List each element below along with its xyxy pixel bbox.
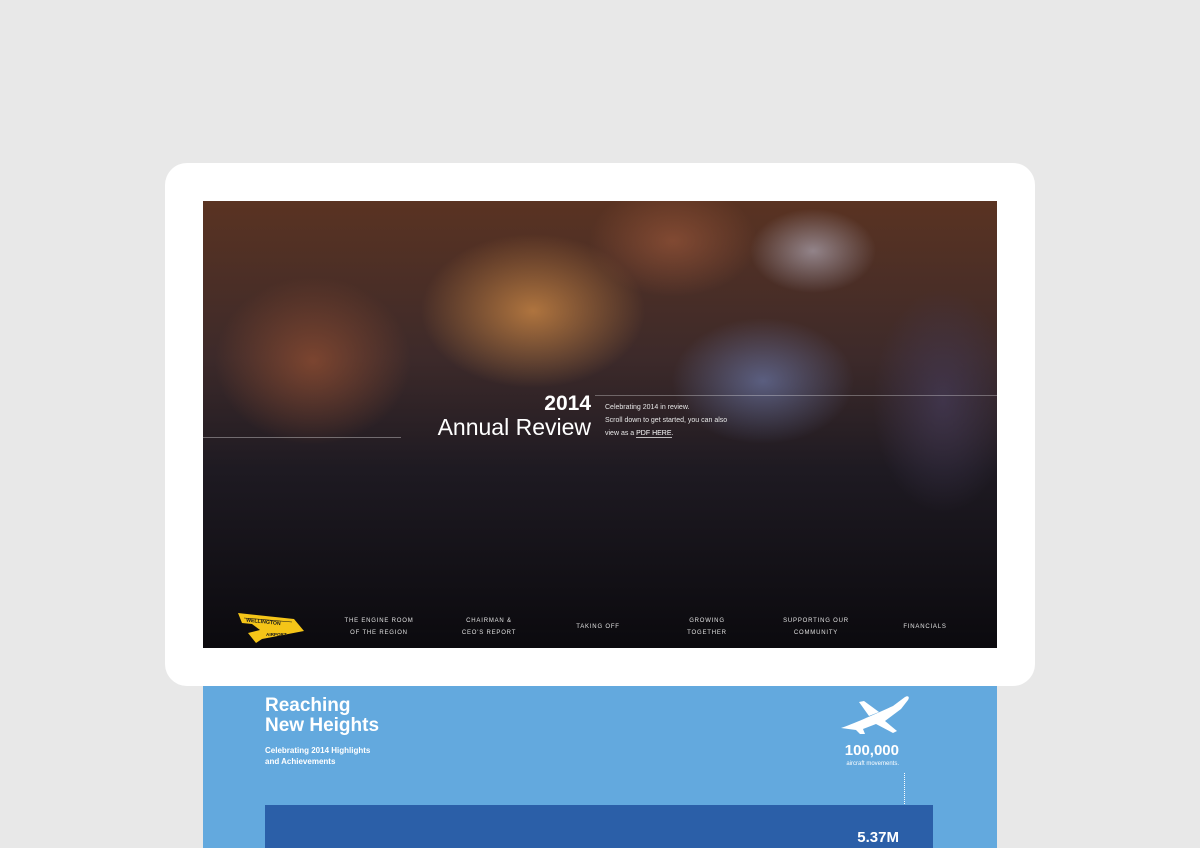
- nav-financials[interactable]: FINANCIALS: [875, 621, 975, 633]
- highlights-title: Reaching New Heights: [265, 696, 465, 736]
- nav-chairman-line2: CEO'S REPORT: [461, 630, 517, 636]
- logo-subtext: AIRPORT: [266, 632, 287, 637]
- hero-divider-left: [203, 437, 401, 438]
- highlights-title-line1: Reaching: [265, 695, 351, 716]
- highlights-subtitle-line1: Celebrating 2014 Highlights: [265, 746, 371, 755]
- nav-taking-off-label: TAKING OFF: [576, 624, 620, 630]
- stat-aircraft-label: aircraft movements.: [846, 761, 899, 767]
- hero-intro-line3-suffix: .: [671, 430, 674, 437]
- highlights-subtitle-line2: and Achievements: [265, 757, 336, 766]
- nav-engine-room-line2: OF THE REGION: [350, 630, 408, 636]
- nav-engine-room[interactable]: THE ENGINE ROOM OF THE REGION: [329, 615, 429, 639]
- nav-supporting-line1: SUPPORTING OUR: [783, 618, 849, 624]
- stat-band: [265, 805, 933, 848]
- hero-intro: Celebrating 2014 in review. Scroll down …: [605, 401, 755, 440]
- nav-chairman-line1: CHAIRMAN &: [466, 618, 512, 624]
- stat-aircraft-movements: 100,000: [844, 742, 899, 759]
- hero-intro-line2: Scroll down to get started, you can also: [605, 417, 728, 424]
- pdf-link[interactable]: PDF HERE: [636, 430, 672, 438]
- stat-passengers: 5.37M: [857, 829, 899, 846]
- hero-divider-right: [595, 395, 997, 396]
- nav-growing-line2: TOGETHER: [687, 630, 727, 636]
- highlights-title-line2: New Heights: [265, 715, 380, 736]
- hero-title: Annual Review: [437, 414, 591, 440]
- highlights-subtitle: Celebrating 2014 Highlights and Achievem…: [265, 745, 405, 767]
- hero-intro-line3-prefix: view as a: [605, 430, 637, 437]
- nav-supporting-community[interactable]: SUPPORTING OUR COMMUNITY: [766, 615, 866, 639]
- nav-taking-off[interactable]: TAKING OFF: [548, 621, 648, 633]
- nav-growing-together[interactable]: GROWING TOGETHER: [657, 615, 757, 639]
- nav-chairman-report[interactable]: CHAIRMAN & CEO'S REPORT: [439, 615, 539, 639]
- wellington-airport-logo[interactable]: WELLINGTON AIRPORT: [236, 609, 306, 645]
- hero-intro-line1: Celebrating 2014 in review.: [605, 404, 690, 411]
- airplane-icon: [841, 696, 909, 734]
- device-frame: 2014 Annual Review Celebrating 2014 in r…: [165, 163, 1035, 686]
- nav-growing-line1: GROWING: [689, 618, 725, 624]
- highlights-section: Reaching New Heights Celebrating 2014 Hi…: [203, 660, 997, 848]
- nav-supporting-line2: COMMUNITY: [793, 630, 839, 636]
- hero-screen: 2014 Annual Review Celebrating 2014 in r…: [203, 201, 997, 648]
- nav-financials-label: FINANCIALS: [903, 624, 947, 630]
- nav-engine-room-line1: THE ENGINE ROOM: [344, 618, 414, 624]
